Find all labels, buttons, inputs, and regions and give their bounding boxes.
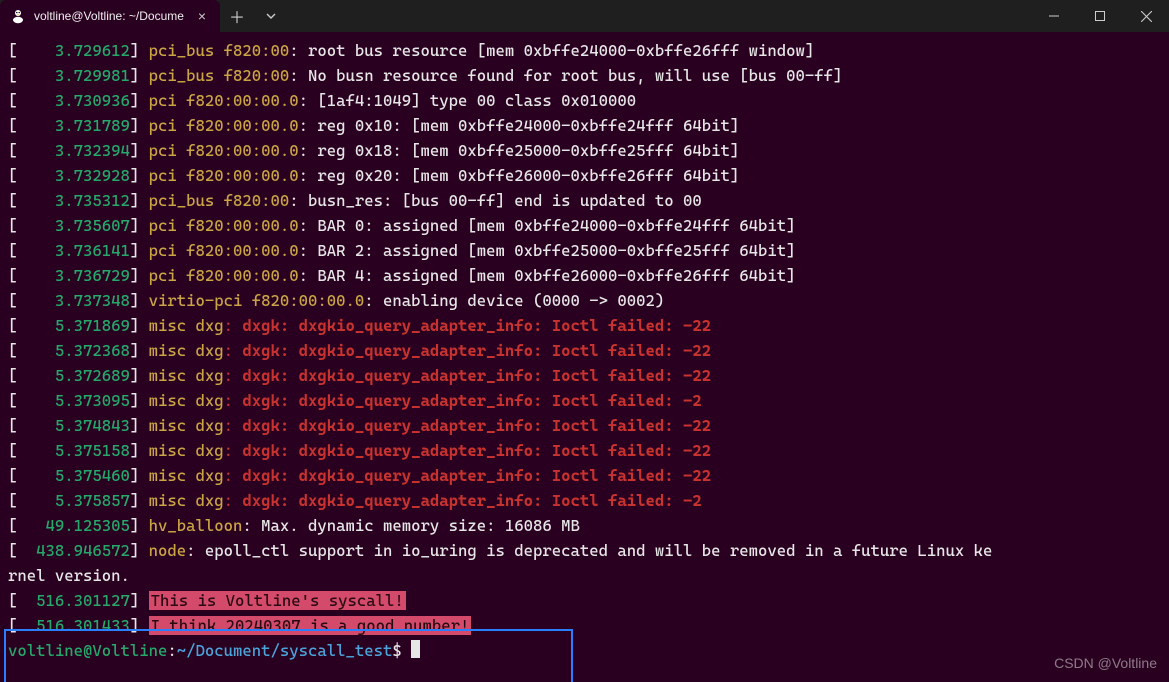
linux-icon [10, 8, 26, 24]
new-tab-button[interactable]: ＋ [220, 0, 254, 32]
maximize-button[interactable] [1077, 0, 1123, 32]
close-window-button[interactable] [1123, 0, 1169, 32]
close-tab-button[interactable]: × [194, 8, 210, 24]
watermark: CSDN @Voltline [1054, 651, 1157, 676]
window-controls [1031, 0, 1169, 32]
terminal-window: voltline@Voltline: ~/Docume × ＋ [ 3.7296… [0, 0, 1169, 682]
cursor [411, 640, 420, 658]
tab-active[interactable]: voltline@Voltline: ~/Docume × [0, 0, 220, 32]
tab-title: voltline@Voltline: ~/Docume [34, 9, 186, 23]
minimize-button[interactable] [1031, 0, 1077, 32]
tab-menu-chevron[interactable] [254, 0, 288, 32]
terminal-body[interactable]: [ 3.729612] pci_bus f820:00: root bus re… [0, 32, 1169, 682]
titlebar: voltline@Voltline: ~/Docume × ＋ [0, 0, 1169, 32]
